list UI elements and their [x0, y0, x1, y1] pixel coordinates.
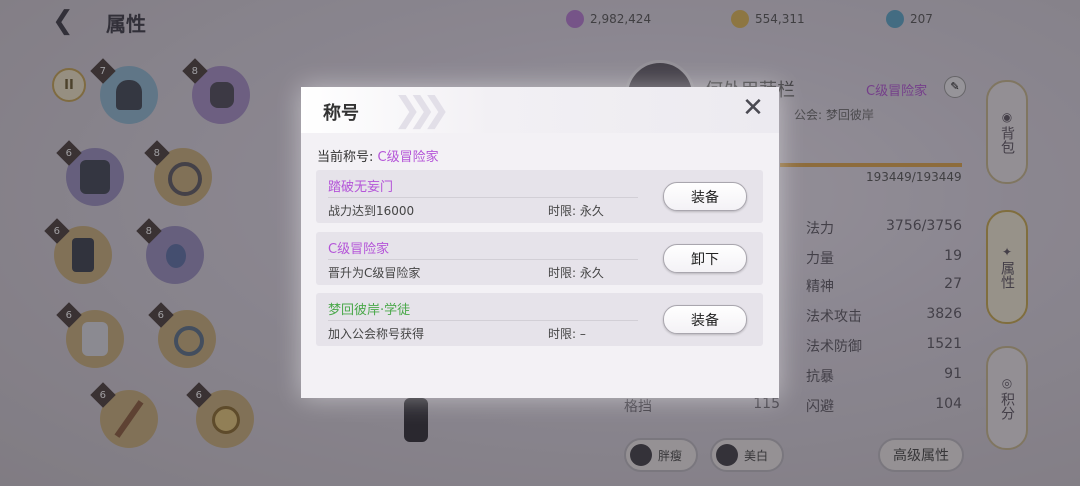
title-duration: 时限: 永久: [548, 266, 604, 280]
title-duration: 时限: 永久: [548, 204, 604, 218]
title-duration: 时限: –: [548, 327, 586, 341]
dialog-header: [301, 87, 779, 133]
title-name: C级冒险家: [328, 242, 390, 257]
title-condition: 战力达到16000: [328, 204, 415, 218]
title-card: C级冒险家 晋升为C级冒险家 时限: 永久 卸下: [316, 232, 763, 285]
divider: [328, 197, 638, 198]
current-title-line: 当前称号: C级冒险家: [317, 146, 439, 165]
title-name: 梦回彼岸·学徒: [328, 303, 411, 318]
equip-button[interactable]: 装备: [663, 305, 747, 334]
divider: [328, 320, 638, 321]
title-condition: 晋升为C级冒险家: [328, 266, 421, 280]
current-title-label: 当前称号:: [317, 150, 374, 165]
title-card: 梦回彼岸·学徒 加入公会称号获得 时限: – 装备: [316, 293, 763, 346]
equip-button[interactable]: 装备: [663, 182, 747, 211]
title-name: 踏破无妄门: [328, 180, 394, 195]
header-arrows-decoration: ❯❯❯: [393, 90, 450, 130]
title-dialog: ❯❯❯ 称号 ✕ 当前称号: C级冒险家 踏破无妄门 战力达到16000 时限:…: [301, 87, 779, 398]
divider: [328, 259, 638, 260]
dialog-title: 称号: [323, 103, 359, 124]
close-icon[interactable]: ✕: [741, 95, 765, 121]
current-title-value: C级冒险家: [377, 150, 439, 165]
title-card: 踏破无妄门 战力达到16000 时限: 永久 装备: [316, 170, 763, 223]
unequip-button[interactable]: 卸下: [663, 244, 747, 273]
title-condition: 加入公会称号获得: [328, 327, 425, 341]
